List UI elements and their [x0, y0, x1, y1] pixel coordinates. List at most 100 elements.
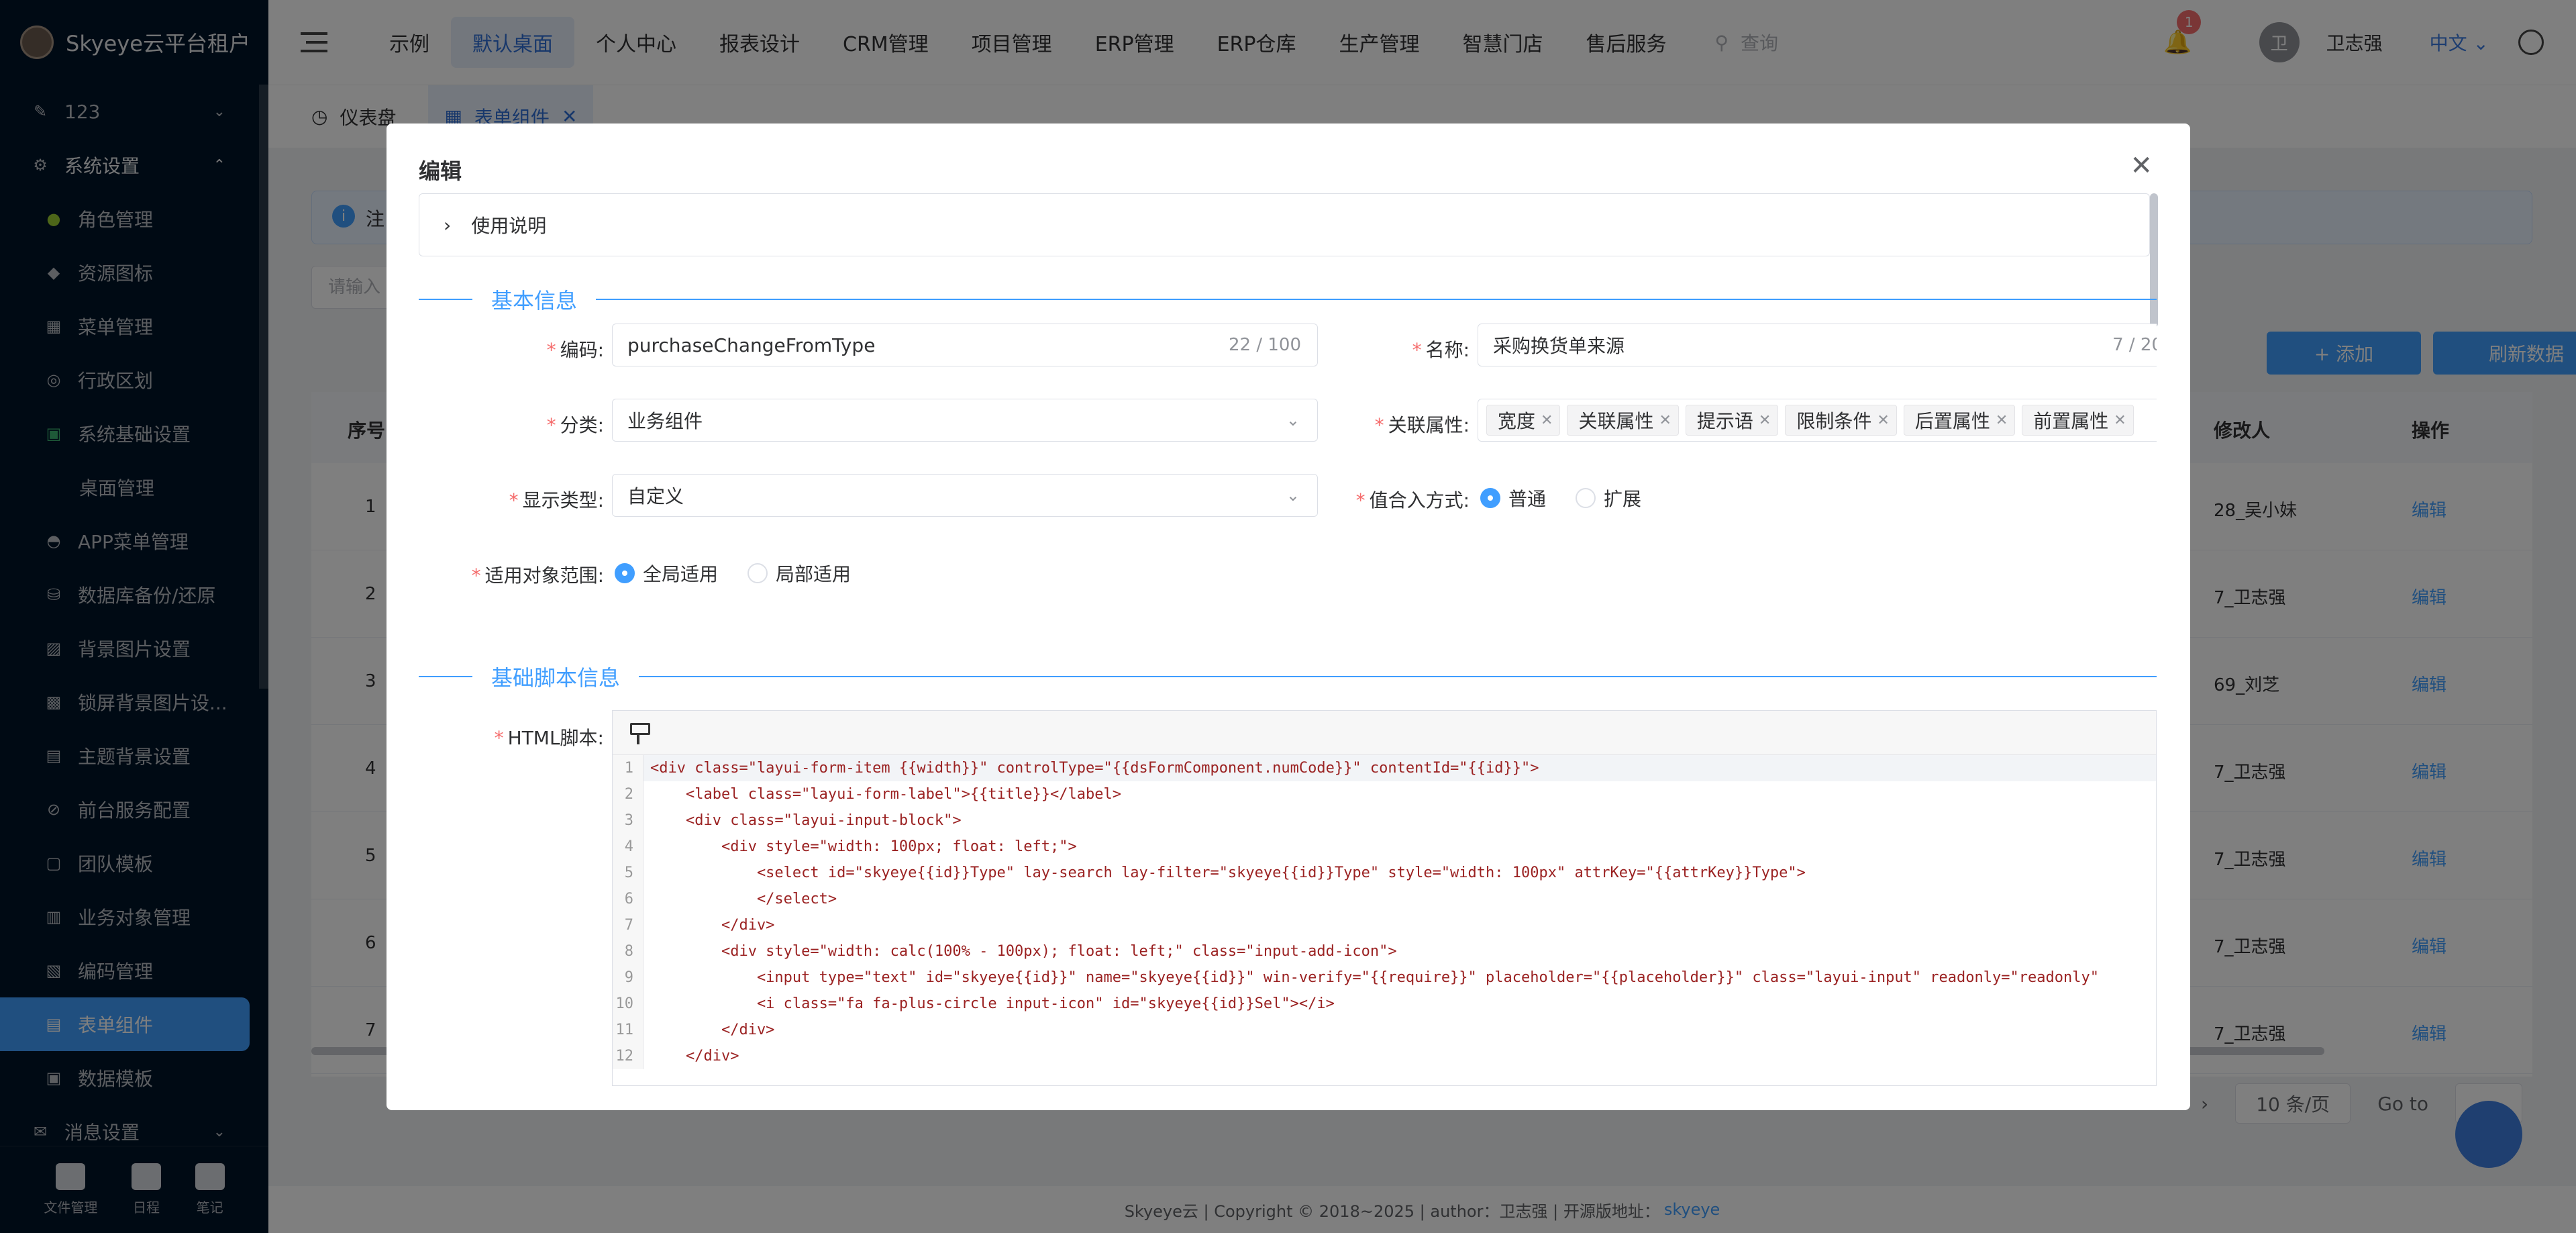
html-script-label: * HTML脚本:	[494, 727, 604, 749]
attr-tag: 关联属性 ✕	[1567, 405, 1679, 436]
close-icon[interactable]: ✕	[2114, 412, 2126, 429]
name-char-count: 7 / 20	[2112, 335, 2157, 355]
radio-dot	[1576, 488, 1596, 508]
section-script-info: 基础脚本信息	[419, 663, 2157, 691]
radio-label: 扩展	[1604, 488, 1642, 510]
attr-tag-label: 关联属性	[1578, 410, 1654, 432]
section-title: 基本信息	[491, 288, 578, 313]
attr-tag: 前置属性 ✕	[2022, 405, 2134, 436]
collapse-label: 使用说明	[471, 215, 547, 237]
section-title: 基础脚本信息	[491, 665, 621, 691]
code-line: 10 <i class="fa fa-plus-circle input-ico…	[613, 991, 2156, 1017]
radio-label: 普通	[1508, 488, 1547, 510]
code-area[interactable]: 1 <div class="layui-form-item {{width}}" …	[613, 755, 2156, 1069]
code-text: <div style="width: calc(100% - 100px); f…	[650, 943, 1397, 960]
code-input[interactable]: purchaseChangeFromType 22 / 100	[612, 324, 1318, 366]
editor-toolbar	[613, 711, 2156, 755]
radio-label: 局部适用	[776, 563, 852, 585]
scope-radio[interactable]: 局部适用	[748, 560, 851, 587]
close-icon[interactable]: ✕	[1996, 412, 2008, 429]
code-text: <div class="layui-form-item {{width}}" c…	[650, 760, 1539, 777]
name-label: * 名称:	[1412, 339, 1470, 361]
code-label: * 编码:	[546, 339, 604, 361]
code-text: <input type="text" id="skyeye{{id}}" nam…	[650, 969, 2099, 986]
close-icon[interactable]: ✕	[1877, 412, 1889, 429]
code-line: 9 <input type="text" id="skyeye{{id}}" n…	[613, 965, 2156, 991]
scope-radio[interactable]: 全局适用	[615, 560, 718, 587]
dialog-body: › 使用说明 基本信息 * 编码: purchaseChangeFromType …	[419, 193, 2157, 1110]
code-line: 5 <select id="skyeye{{id}}Type" lay-sear…	[613, 860, 2156, 886]
attr-tag: 后置属性 ✕	[1903, 405, 2016, 436]
code-text: <select id="skyeye{{id}}Type" lay-search…	[650, 865, 1806, 881]
category-label: * 分类:	[546, 414, 604, 436]
value-mode-radio[interactable]: 普通	[1480, 485, 1546, 511]
code-line: 11 </div>	[613, 1017, 2156, 1043]
close-icon[interactable]: ✕	[1659, 412, 1671, 429]
display-type-label: * 显示类型:	[509, 489, 604, 511]
line-number: 10	[613, 991, 643, 1017]
usage-collapse[interactable]: › 使用说明	[419, 193, 2150, 256]
line-number: 2	[613, 781, 643, 807]
code-line: 8 <div style="width: calc(100% - 100px);…	[613, 938, 2156, 965]
code-text: <div style="width: 100px; float: left;">	[650, 838, 1077, 855]
name-input[interactable]: 采购换货单来源 7 / 20	[1478, 324, 2157, 366]
line-number: 6	[613, 886, 643, 912]
value-mode-radio-group: 普通 扩展	[1480, 485, 1641, 511]
edit-dialog: 编辑 ✕ › 使用说明 基本信息 * 编码: purchaseChangeFrom…	[387, 124, 2190, 1110]
code-line: 6 </select>	[613, 886, 2156, 912]
close-icon[interactable]: ✕	[1759, 412, 1771, 429]
code-line: 4 <div style="width: 100px; float: left;…	[613, 834, 2156, 860]
code-text: </div>	[650, 1048, 739, 1065]
line-number: 11	[613, 1017, 643, 1043]
attrs-multiselect[interactable]: 宽度 ✕ 关联属性 ✕ 提示语 ✕ 限制条件 ✕ 后置属性 ✕ 前置属性 ✕	[1478, 399, 2157, 442]
code-text: <label class="layui-form-label">{{title}…	[650, 786, 1121, 803]
chevron-down-icon: ⌄	[1286, 486, 1300, 505]
category-value: 业务组件	[627, 410, 703, 432]
attr-tag: 限制条件 ✕	[1785, 405, 1897, 436]
radio-dot	[615, 563, 635, 583]
chevron-right-icon: ›	[444, 213, 452, 236]
section-basic-info: 基本信息	[419, 286, 2157, 313]
line-number: 1	[613, 755, 643, 781]
attr-tag-label: 提示语	[1696, 410, 1753, 432]
attr-tag-label: 限制条件	[1796, 410, 1872, 432]
code-text: <i class="fa fa-plus-circle input-icon" …	[650, 995, 1335, 1012]
line-number: 5	[613, 860, 643, 886]
radio-dot	[1480, 488, 1500, 508]
format-brush-icon[interactable]	[629, 722, 650, 744]
attr-tag-label: 前置属性	[2033, 410, 2109, 432]
code-text: </div>	[650, 1022, 775, 1038]
html-code-editor[interactable]: 1 <div class="layui-form-item {{width}}" …	[612, 710, 2157, 1086]
value-mode-label: * 值合入方式:	[1355, 489, 1470, 511]
category-select[interactable]: 业务组件 ⌄	[612, 399, 1318, 442]
code-line: 2 <label class="layui-form-label">{{titl…	[613, 781, 2156, 807]
line-number: 8	[613, 938, 643, 965]
line-number: 12	[613, 1043, 643, 1069]
code-text: </div>	[650, 917, 775, 934]
radio-dot	[748, 563, 768, 583]
code-line: 1 <div class="layui-form-item {{width}}" …	[613, 755, 2156, 781]
close-icon[interactable]: ✕	[2130, 150, 2153, 181]
code-line: 3 <div class="layui-input-block">	[613, 807, 2156, 834]
name-value: 采购换货单来源	[1493, 335, 1625, 357]
code-char-count: 22 / 100	[1229, 335, 1301, 355]
code-text: </select>	[650, 891, 837, 907]
attr-tag-label: 宽度	[1498, 410, 1536, 432]
display-type-select[interactable]: 自定义 ⌄	[612, 474, 1318, 517]
code-value: purchaseChangeFromType	[627, 334, 876, 356]
line-number: 7	[613, 912, 643, 938]
attr-tag: 宽度 ✕	[1486, 405, 1561, 436]
line-number: 3	[613, 807, 643, 834]
code-line: 12 </div>	[613, 1043, 2156, 1069]
dialog-title: 编辑	[419, 158, 462, 184]
scope-radio-group: 全局适用 局部适用	[615, 560, 851, 587]
radio-label: 全局适用	[643, 563, 719, 585]
code-line: 7 </div>	[613, 912, 2156, 938]
line-number: 4	[613, 834, 643, 860]
scope-label: * 适用对象范围:	[471, 564, 604, 587]
value-mode-radio[interactable]: 扩展	[1576, 485, 1641, 511]
attrs-label: * 关联属性:	[1374, 414, 1470, 436]
attr-tag: 提示语 ✕	[1685, 405, 1779, 436]
close-icon[interactable]: ✕	[1541, 412, 1553, 429]
code-text: <div class="layui-input-block">	[650, 812, 962, 829]
